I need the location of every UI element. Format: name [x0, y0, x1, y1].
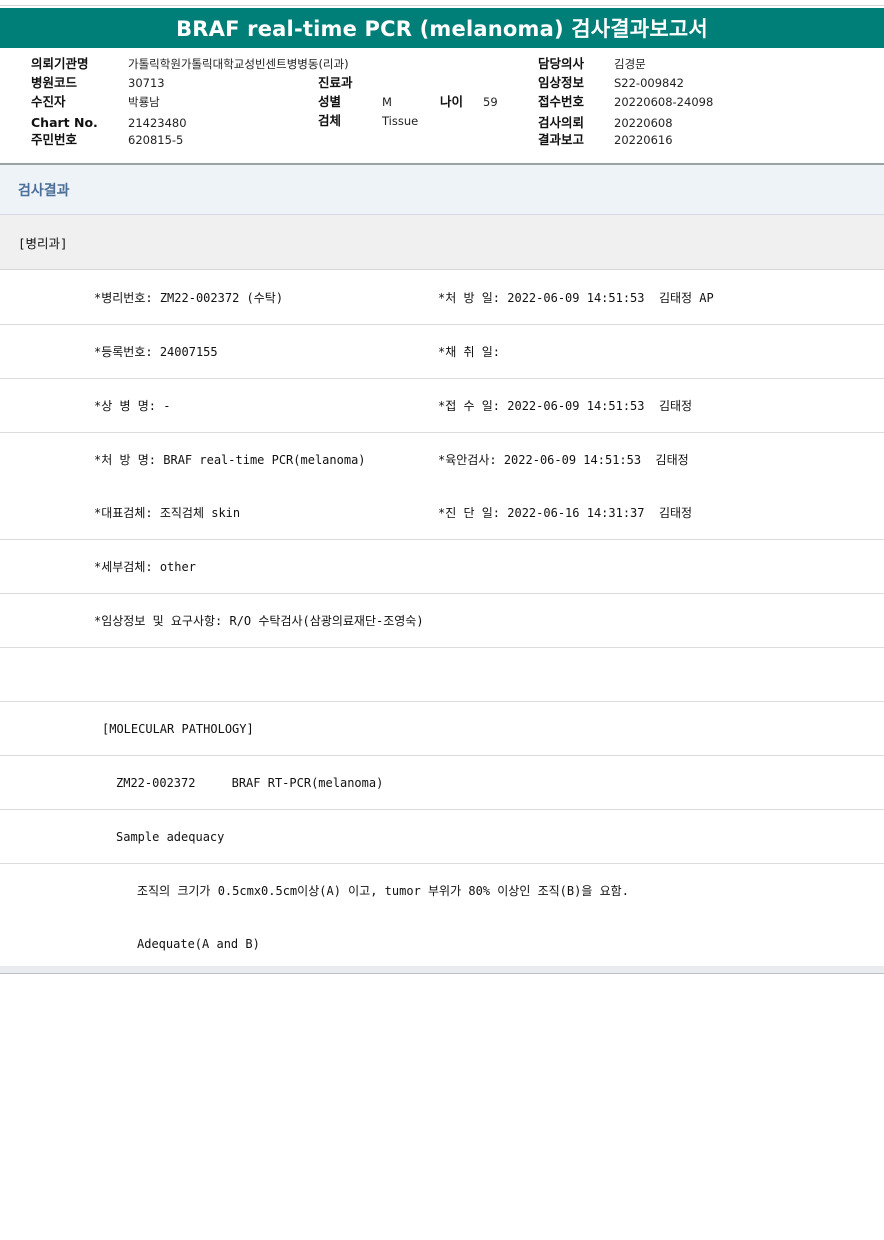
- result-row: *병리번호: ZM22-002372 (수탁) *처 방 일: 2022-06-…: [0, 271, 884, 325]
- age-value: 59: [483, 95, 498, 109]
- result-report-label: 결과보고: [538, 132, 585, 147]
- test-request-label: 검사의뢰: [538, 115, 585, 130]
- chart-number-label: Chart No.: [31, 115, 98, 130]
- row-left-text: *임상정보 및 요구사항: R/O 수탁검사(삼광의료재단-조영숙): [94, 614, 424, 628]
- resident-number-value: 620815-5: [128, 133, 184, 147]
- patient-label: 수진자: [31, 94, 66, 109]
- clinical-info-value: S22-009842: [614, 76, 684, 90]
- row-left-text: *세부검체: other: [94, 560, 196, 574]
- report-line-text: Adequate(A and B): [137, 936, 260, 951]
- resident-number-label: 주민번호: [31, 132, 78, 147]
- specimen-label: 검체: [318, 113, 342, 128]
- hospital-value: 가톨릭학원가톨릭대학교성빈센트병병동(리과): [128, 57, 349, 71]
- test-request-value: 20220608: [614, 116, 673, 130]
- bottom-scrollbar[interactable]: [0, 966, 884, 974]
- hospital-label: 의뢰기관명: [31, 56, 89, 71]
- result-row: *처 방 명: BRAF real-time PCR(melanoma) *육안…: [0, 433, 884, 487]
- patient-value: 박룡남: [128, 95, 160, 109]
- hospital-code-value: 30713: [128, 76, 165, 90]
- report-title: BRAF real-time PCR (melanoma) 검사결과보고서: [0, 8, 884, 48]
- report-line: Sample adequacy: [0, 810, 884, 864]
- receipt-number-value: 20220608-24098: [614, 95, 714, 109]
- row-right-text: *채 취 일:: [438, 345, 501, 359]
- sex-label: 성별: [318, 94, 342, 109]
- report-line-text: Sample adequacy: [116, 829, 225, 844]
- row-left-text: *처 방 명: BRAF real-time PCR(melanoma): [94, 453, 366, 467]
- chart-number-value: 21423480: [128, 116, 187, 130]
- row-left-text: *병리번호: ZM22-002372 (수탁): [94, 291, 284, 305]
- row-left-text: *상 병 명: -: [94, 399, 171, 413]
- result-report-value: 20220616: [614, 133, 673, 147]
- department-heading: [병리과]: [0, 215, 884, 270]
- specimen-value: Tissue: [382, 114, 419, 128]
- row-left-text: *대표검체: 조직검체 skin: [94, 506, 241, 520]
- age-label: 나이: [440, 94, 464, 109]
- result-row: [0, 648, 884, 702]
- report-line-text: ZM22-002372 BRAF RT-PCR(melanoma): [116, 775, 384, 790]
- row-right-text: *접 수 일: 2022-06-09 14:51:53 김태정: [438, 399, 693, 413]
- report-line: ZM22-002372 BRAF RT-PCR(melanoma): [0, 756, 884, 810]
- doctor-label: 담당의사: [538, 56, 585, 71]
- report-line-text: 조직의 크기가 0.5cmx0.5cm이상(A) 이고, tumor 부위가 8…: [137, 884, 629, 898]
- sex-value: M: [382, 95, 392, 109]
- result-row: *대표검체: 조직검체 skin *진 단 일: 2022-06-16 14:3…: [0, 486, 884, 540]
- doctor-value: 김경문: [614, 57, 646, 71]
- row-right-text: *처 방 일: 2022-06-09 14:51:53 김태정 AP: [438, 291, 714, 305]
- section-title: 검사결과: [0, 165, 884, 215]
- clinical-info-label: 임상정보: [538, 75, 585, 90]
- top-border: [0, 0, 884, 6]
- row-left-text: *등록번호: 24007155: [94, 345, 218, 359]
- row-right-text: *진 단 일: 2022-06-16 14:31:37 김태정: [438, 506, 693, 520]
- receipt-number-label: 접수번호: [538, 94, 585, 109]
- result-row: *세부검체: other: [0, 540, 884, 594]
- department-label: 진료과: [318, 75, 353, 90]
- row-right-text: *육안검사: 2022-06-09 14:51:53 김태정: [438, 453, 689, 467]
- result-row: *상 병 명: - *접 수 일: 2022-06-09 14:51:53 김태…: [0, 379, 884, 433]
- hospital-code-label: 병원코드: [31, 75, 78, 90]
- report-line: [MOLECULAR PATHOLOGY]: [0, 702, 884, 756]
- report-line-text: [MOLECULAR PATHOLOGY]: [102, 721, 254, 736]
- report-line: Adequate(A and B): [0, 917, 884, 971]
- report-line: 조직의 크기가 0.5cmx0.5cm이상(A) 이고, tumor 부위가 8…: [0, 864, 884, 918]
- result-row: *등록번호: 24007155 *채 취 일:: [0, 325, 884, 379]
- result-row: *임상정보 및 요구사항: R/O 수탁검사(삼광의료재단-조영숙): [0, 594, 884, 648]
